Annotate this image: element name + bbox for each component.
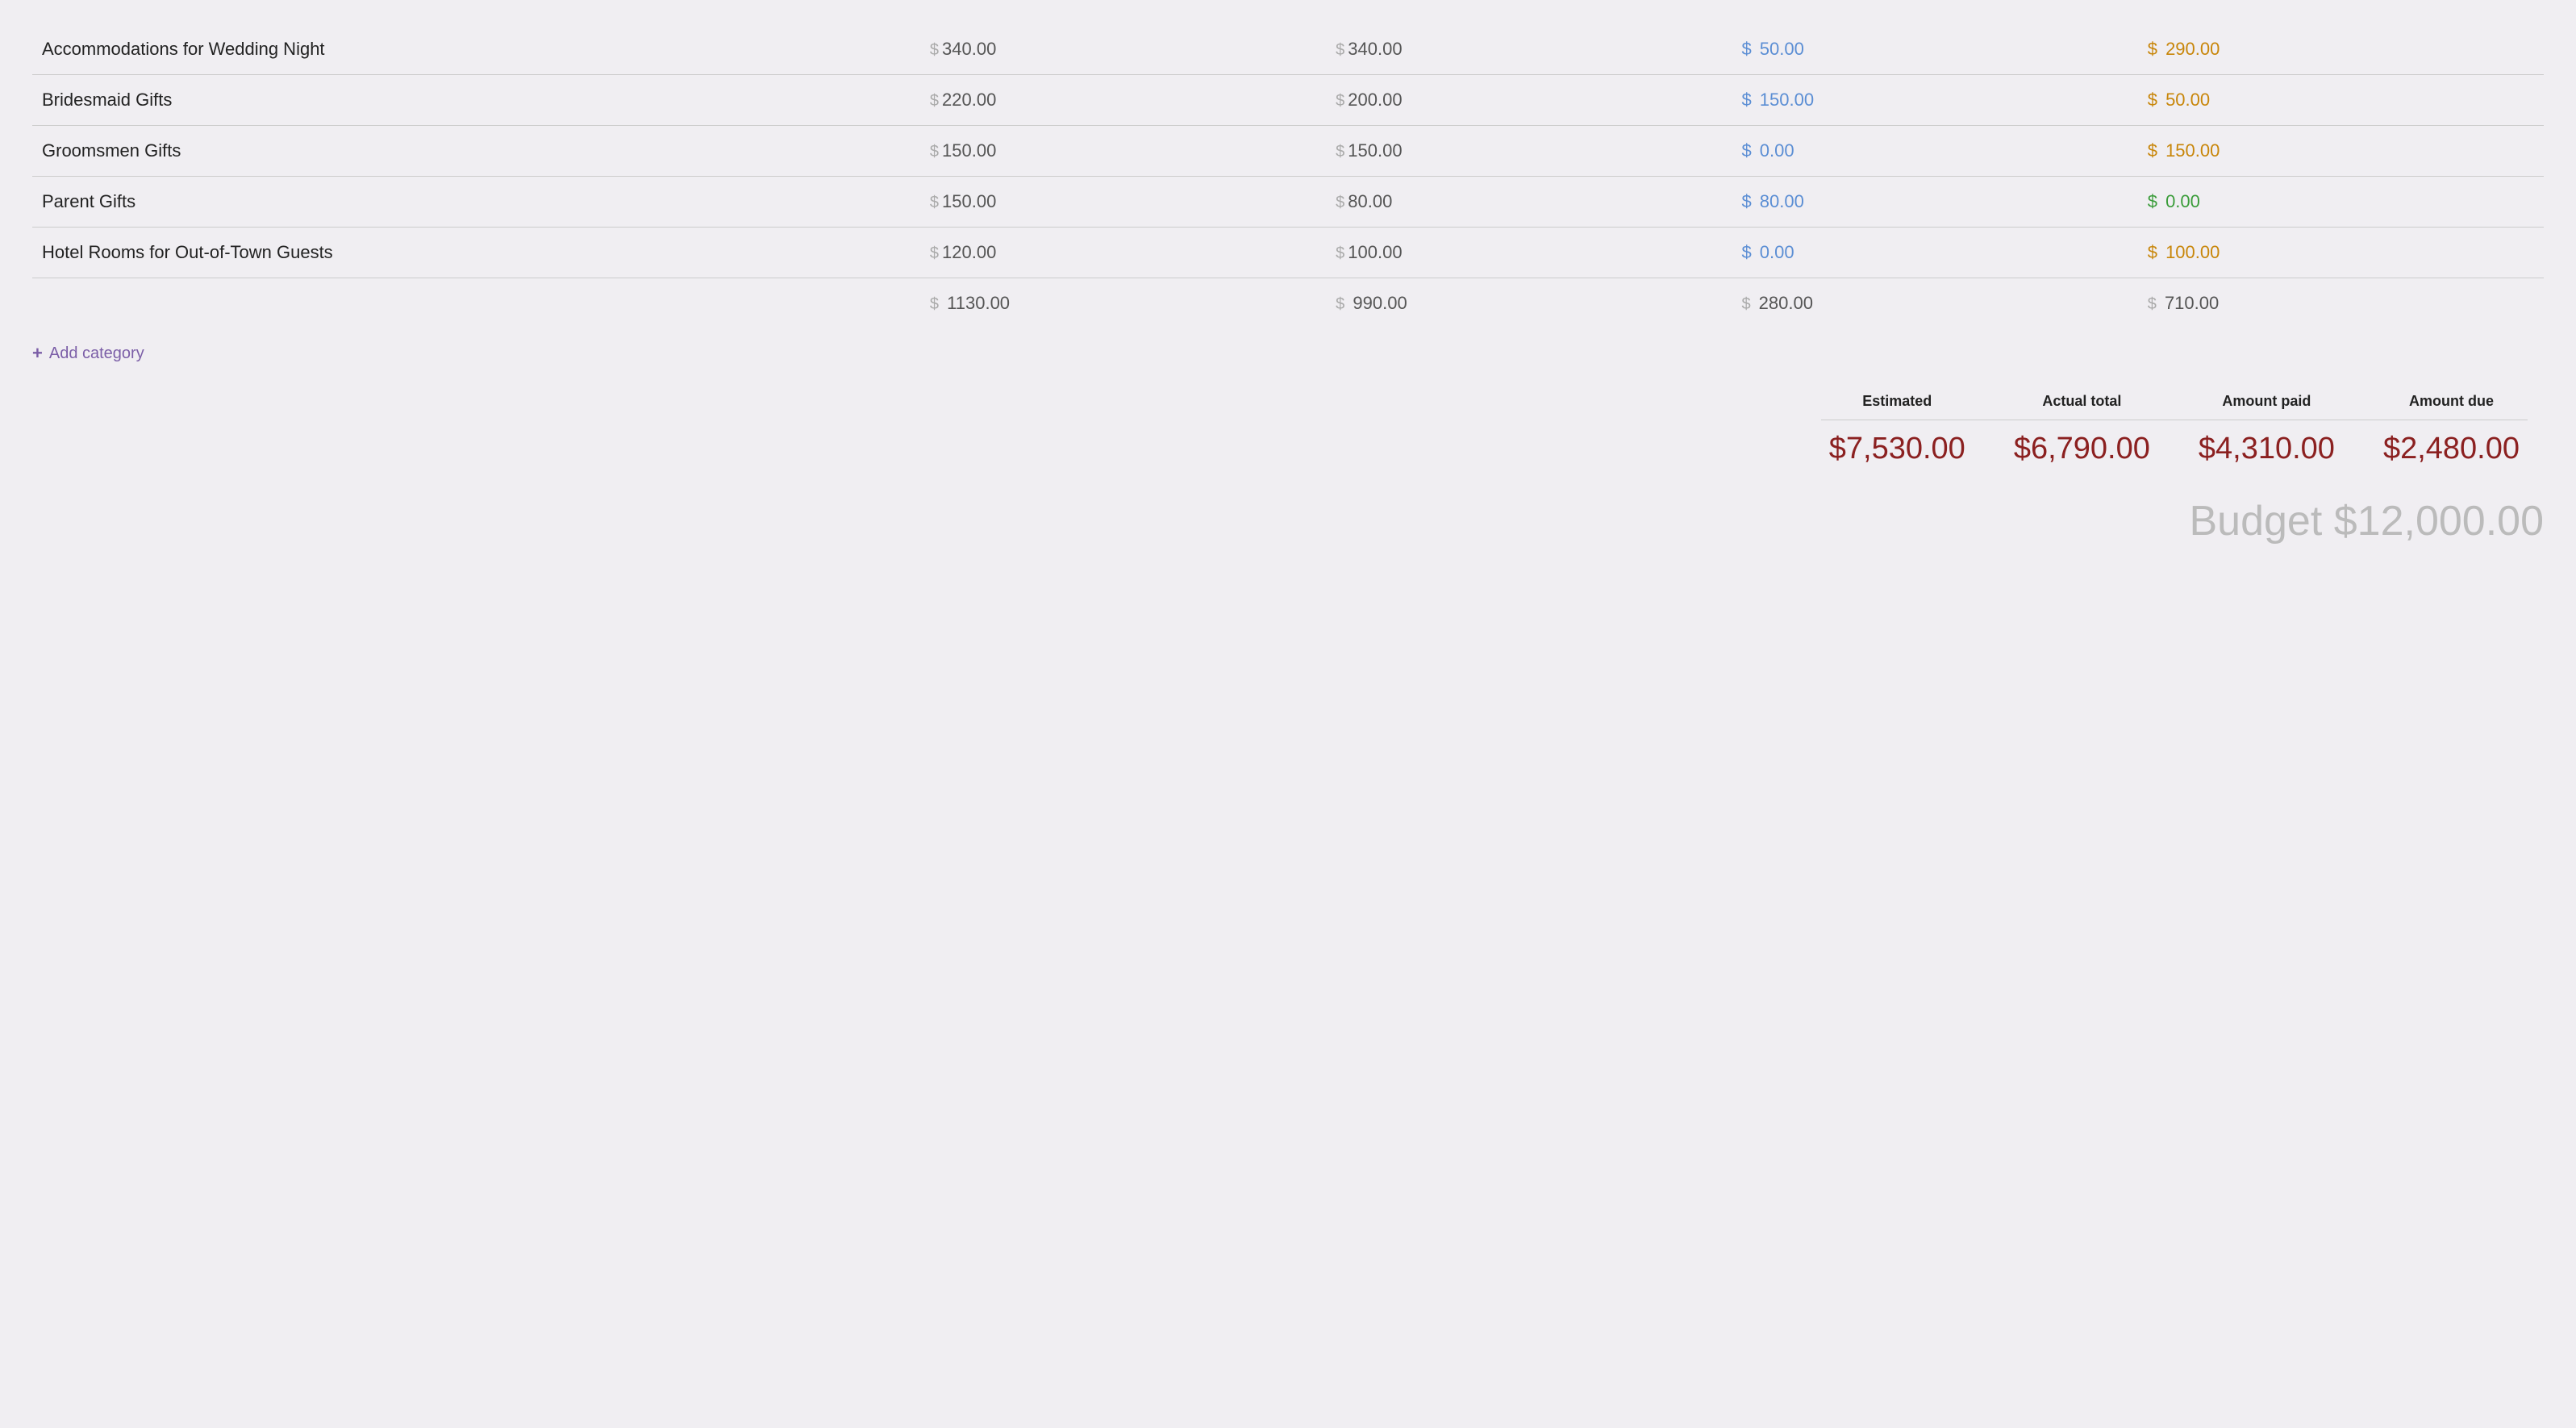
row-name: Groomsmen Gifts [32, 126, 920, 177]
dollar-sign: $ [1336, 41, 1344, 59]
add-category-label: Add category [49, 344, 144, 363]
dollar-sign: $ [2148, 140, 2157, 161]
dollar-sign: $ [930, 92, 939, 110]
actual-cell: $80.00 [1326, 177, 1732, 228]
paid-cell: $ 80.00 [1732, 177, 2137, 228]
dollar-sign: $ [1336, 143, 1344, 161]
summary-col-value: $4,310.00 [2174, 425, 2359, 473]
dollar-sign: $ [1336, 295, 1344, 313]
dollar-sign: $ [2148, 242, 2157, 262]
dollar-sign: $ [1741, 295, 1750, 313]
estimated-cell: $150.00 [920, 126, 1326, 177]
budget-table: Accommodations for Wedding Night $340.00… [32, 24, 2544, 328]
summary-col-header: Amount due [2359, 388, 2544, 415]
summary-col-value: $6,790.00 [1990, 425, 2174, 473]
due-cell: $ 100.00 [2138, 228, 2544, 278]
estimated-cell: $150.00 [920, 177, 1326, 228]
subtotal-paid: $ 280.00 [1732, 278, 2137, 329]
paid-cell: $ 50.00 [1732, 24, 2137, 74]
add-category-button[interactable]: + Add category [32, 343, 144, 364]
row-name: Hotel Rooms for Out-of-Town Guests [32, 228, 920, 278]
table-row: Parent Gifts $150.00 $80.00 $ 80.00 $ 0.… [32, 177, 2544, 228]
dollar-sign: $ [1741, 90, 1751, 110]
summary-col-value: $2,480.00 [2359, 425, 2544, 473]
dollar-sign: $ [1741, 191, 1751, 211]
dollar-sign: $ [1741, 242, 1751, 262]
budget-total: Budget $12,000.00 [32, 497, 2544, 545]
estimated-cell: $220.00 [920, 75, 1326, 126]
dollar-sign: $ [2148, 191, 2157, 211]
summary-col-header: Actual total [1990, 388, 2174, 415]
dollar-sign: $ [930, 194, 939, 211]
table-row: Accommodations for Wedding Night $340.00… [32, 24, 2544, 74]
due-cell: $ 150.00 [2138, 126, 2544, 177]
table-row: Groomsmen Gifts $150.00 $150.00 $ 0.00 $… [32, 126, 2544, 177]
plus-icon: + [32, 343, 43, 364]
dollar-sign: $ [1741, 140, 1751, 161]
summary-col-header: Estimated [1805, 388, 1990, 415]
add-category-section: + Add category [32, 343, 2544, 364]
dollar-sign: $ [2148, 39, 2157, 59]
subtotal-row: $ 1130.00 $ 990.00 $ 280.00 $ 710.00 [32, 278, 2544, 329]
subtotal-due: $ 710.00 [2138, 278, 2544, 329]
dollar-sign: $ [930, 244, 939, 262]
dollar-sign: $ [930, 143, 939, 161]
actual-cell: $200.00 [1326, 75, 1732, 126]
summary-table: EstimatedActual totalAmount paidAmount d… [1805, 388, 2544, 473]
dollar-sign: $ [2148, 295, 2157, 313]
actual-cell: $340.00 [1326, 24, 1732, 74]
row-name: Bridesmaid Gifts [32, 75, 920, 126]
summary-section: EstimatedActual totalAmount paidAmount d… [32, 388, 2544, 473]
table-row: Bridesmaid Gifts $220.00 $200.00 $ 150.0… [32, 75, 2544, 126]
due-cell: $ 0.00 [2138, 177, 2544, 228]
row-name: Parent Gifts [32, 177, 920, 228]
subtotal-estimated: $ 1130.00 [920, 278, 1326, 329]
dollar-sign: $ [930, 41, 939, 59]
paid-cell: $ 150.00 [1732, 75, 2137, 126]
paid-cell: $ 0.00 [1732, 126, 2137, 177]
due-cell: $ 290.00 [2138, 24, 2544, 74]
paid-cell: $ 0.00 [1732, 228, 2137, 278]
actual-cell: $150.00 [1326, 126, 1732, 177]
table-row: Hotel Rooms for Out-of-Town Guests $120.… [32, 228, 2544, 278]
dollar-sign: $ [2148, 90, 2157, 110]
actual-cell: $100.00 [1326, 228, 1732, 278]
row-name: Accommodations for Wedding Night [32, 24, 920, 74]
dollar-sign: $ [1336, 92, 1344, 110]
summary-col-header: Amount paid [2174, 388, 2359, 415]
dollar-sign: $ [1741, 39, 1751, 59]
due-cell: $ 50.00 [2138, 75, 2544, 126]
estimated-cell: $120.00 [920, 228, 1326, 278]
subtotal-actual: $ 990.00 [1326, 278, 1732, 329]
estimated-cell: $340.00 [920, 24, 1326, 74]
summary-col-value: $7,530.00 [1805, 425, 1990, 473]
dollar-sign: $ [1336, 244, 1344, 262]
dollar-sign: $ [1336, 194, 1344, 211]
dollar-sign: $ [930, 295, 939, 313]
